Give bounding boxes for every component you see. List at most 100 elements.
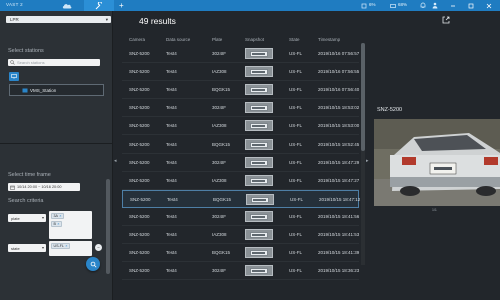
plate-snapshot-thumbnail[interactable] xyxy=(245,156,273,168)
cell-plate: 3024IF xyxy=(212,159,227,165)
criteria-values-box[interactable]: 3A × B × xyxy=(49,211,92,239)
user-icon[interactable] xyxy=(430,1,439,10)
column-header-state[interactable]: State xyxy=(289,35,300,44)
table-row[interactable]: SNZ-5200 Test4 IAZ308 US-FL 2019/10/16 07:56… xyxy=(122,63,359,82)
table-scrollbar-thumb[interactable] xyxy=(361,43,365,151)
cell-timestamp: 2019/10/16 07:56:57 xyxy=(318,51,360,56)
cell-camera: SNZ-5200 xyxy=(129,69,150,75)
add-tab-button[interactable]: + xyxy=(119,0,124,11)
cell-state: US-FL xyxy=(290,196,304,202)
snapshot-preview-image[interactable] xyxy=(374,119,500,206)
criteria-values-box[interactable]: US-FL × xyxy=(49,241,92,256)
plate-snapshot-thumbnail[interactable] xyxy=(245,210,273,222)
criteria-chip[interactable]: 3A × xyxy=(51,213,65,219)
plate-snapshot-thumbnail[interactable] xyxy=(245,120,273,132)
results-count: 49 results xyxy=(139,16,176,26)
criteria-field-value: state xyxy=(11,245,20,251)
table-row[interactable]: SNZ-5200 Test4 BQGK15 US-FL 2019/10/15 18:47… xyxy=(122,189,361,208)
sidebar-scrollbar[interactable] xyxy=(106,179,110,274)
table-row[interactable]: SNZ-5200 Test4 BQGK15 US-FL 2019/10/15 18:41… xyxy=(122,244,359,263)
plate-snapshot-thumbnail[interactable] xyxy=(246,193,274,205)
cell-camera: SNZ-5200 xyxy=(129,123,150,129)
plate-snapshot-thumbnail[interactable] xyxy=(245,84,273,96)
table-scrollbar[interactable] xyxy=(361,43,365,265)
table-row[interactable]: SNZ-5200 Test4 BQGK15 US-FL 2019/10/15 18:52… xyxy=(122,136,359,154)
criteria-chip[interactable]: US-FL × xyxy=(51,243,70,249)
cell-timestamp: 2019/10/15 18:47:12 xyxy=(319,196,361,202)
table-row[interactable]: SNZ-5200 Test4 3024IF US-FL 2019/10/15 18:53… xyxy=(122,99,359,118)
column-header-camera[interactable]: Camera xyxy=(129,35,145,44)
plate-snapshot-thumbnail[interactable] xyxy=(245,229,273,240)
table-row[interactable]: SNZ-5200 Test4 BQGK15 US-FL 2019/10/16 07:56… xyxy=(122,81,359,100)
memory-icon xyxy=(388,1,397,10)
table-row[interactable]: SNZ-5200 Test4 3024IF US-FL 2019/10/15 18:47… xyxy=(122,154,359,172)
column-header-snapshot[interactable]: Snapshot xyxy=(245,35,264,44)
cell-state: US-FL xyxy=(289,250,303,256)
cell-camera: SNZ-5200 xyxy=(130,196,151,202)
plate-snapshot-thumbnail[interactable] xyxy=(245,66,273,78)
plate-snapshot-thumbnail[interactable] xyxy=(245,102,273,114)
station-item[interactable]: VMS_Station xyxy=(9,84,104,96)
table-row[interactable]: SNZ-5200 Test4 3024IF US-FL 2019/10/15 18:36… xyxy=(122,262,359,281)
notification-bell-icon[interactable] xyxy=(418,1,427,10)
criteria-field-select[interactable]: plate ▾ xyxy=(8,214,46,222)
criteria-field-select[interactable]: state ▾ xyxy=(8,244,46,252)
date-range-input[interactable]: 10/14 20:00 ~ 10/16 20:00 xyxy=(8,183,80,191)
cell-camera: SNZ-5200 xyxy=(129,87,150,93)
date-range-value: 10/14 20:00 ~ 10/16 20:00 xyxy=(17,184,62,189)
cell-camera: SNZ-5200 xyxy=(129,213,150,219)
minimize-icon[interactable] xyxy=(448,1,457,10)
cell-camera: SNZ-5200 xyxy=(129,51,150,56)
criteria-chip[interactable]: B × xyxy=(51,221,63,227)
plate-snapshot-thumbnail[interactable] xyxy=(245,247,273,259)
search-criteria-label: Search criteria xyxy=(8,198,44,204)
cell-plate: 3024IF xyxy=(212,105,227,111)
export-icon[interactable] xyxy=(442,16,450,26)
station-search-input[interactable]: Search stations xyxy=(8,59,100,66)
column-header-data-source[interactable]: Data source xyxy=(166,35,190,44)
select-stations-label: Select stations xyxy=(8,48,44,54)
plate-snapshot-thumbnail[interactable] xyxy=(245,48,273,59)
table-row[interactable]: SNZ-5200 Test4 IAZ308 US-FL 2019/10/15 18:41… xyxy=(122,226,359,244)
column-header-timestamp[interactable]: Timestamp xyxy=(318,35,340,44)
cpu-icon xyxy=(359,1,368,10)
cell-data-source: Test4 xyxy=(166,141,177,147)
search-button[interactable] xyxy=(86,257,100,271)
results-header: 49 results xyxy=(113,11,500,31)
maximize-icon[interactable] xyxy=(466,1,475,10)
plate-snapshot-thumbnail[interactable] xyxy=(245,138,273,150)
cell-state: US-FL xyxy=(289,51,303,56)
cell-state: US-FL xyxy=(289,141,303,147)
column-header-plate[interactable]: Plate xyxy=(212,35,222,44)
remove-chip-icon[interactable]: × xyxy=(59,214,61,218)
select-all-stations-button[interactable] xyxy=(9,72,19,81)
cell-camera: SNZ-5200 xyxy=(129,105,150,111)
search-icon xyxy=(10,60,15,65)
collapse-sidebar-arrow-icon[interactable]: ◂ xyxy=(114,158,117,164)
cell-plate: BQGK15 xyxy=(212,250,231,256)
plate-snapshot-thumbnail[interactable] xyxy=(245,174,273,186)
station-search-placeholder: Search stations xyxy=(17,60,45,65)
cell-state: US-FL xyxy=(289,232,303,237)
table-row[interactable]: SNZ-5200 Test4 3024IF US-FL 2019/10/16 07:56… xyxy=(122,45,359,63)
table-row[interactable]: SNZ-5200 Test4 3024IF US-FL 2019/10/15 18:41… xyxy=(122,208,359,226)
cell-timestamp: 2019/10/15 18:47:27 xyxy=(318,177,360,183)
remove-criteria-button[interactable]: − xyxy=(95,244,102,251)
view-mode-value: LPR xyxy=(10,17,19,22)
preview-camera-name: SNZ-5200 xyxy=(377,107,403,113)
cell-timestamp: 2019/10/15 18:52:45 xyxy=(318,141,360,147)
view-mode-select[interactable]: LPR ▾ xyxy=(6,16,111,23)
tab-live-view[interactable] xyxy=(52,0,82,11)
table-row[interactable]: SNZ-5200 Test4 IAZ308 US-FL 2019/10/15 18:47… xyxy=(122,172,359,190)
criteria-field-value: plate xyxy=(11,215,20,221)
remove-chip-icon[interactable]: × xyxy=(65,244,67,248)
collapse-preview-arrow-icon[interactable]: ▸ xyxy=(366,158,369,164)
table-row[interactable]: SNZ-5200 Test4 IAZ308 US-FL 2019/10/15 18:53… xyxy=(122,117,359,136)
plate-snapshot-thumbnail[interactable] xyxy=(245,265,273,277)
tab-lpr[interactable] xyxy=(84,0,114,11)
remove-chip-icon[interactable]: × xyxy=(57,222,59,226)
results-table: Camera Data source Plate Snapshot State … xyxy=(122,35,367,281)
close-icon[interactable] xyxy=(484,1,493,10)
cell-state: US-FL xyxy=(289,105,303,111)
cell-data-source: Test4 xyxy=(166,268,177,274)
